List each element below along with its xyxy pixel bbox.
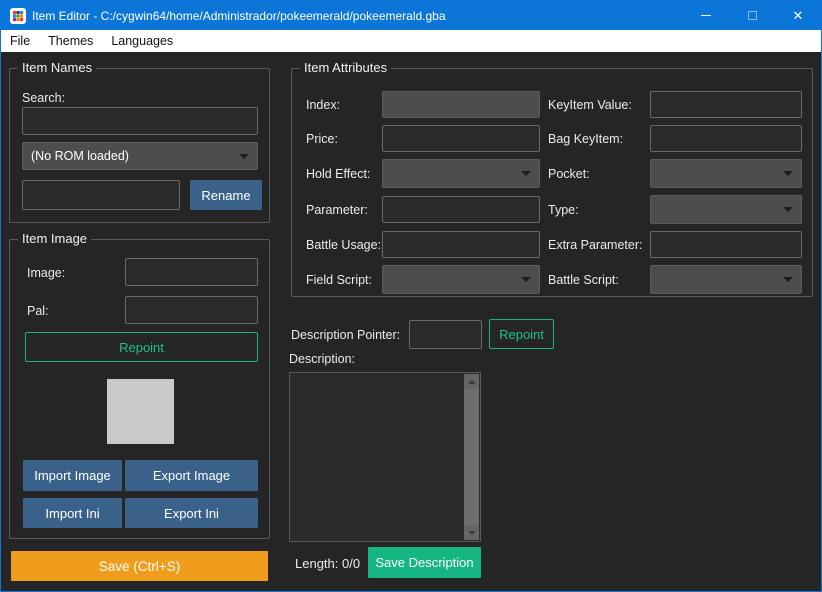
- rename-input[interactable]: [22, 180, 180, 210]
- price-label: Price:: [306, 132, 374, 146]
- pocket-dropdown[interactable]: [650, 159, 802, 188]
- pal-field[interactable]: [125, 296, 258, 324]
- item-image-group: Item Image Image: Pal: Repoint Import Im…: [9, 239, 270, 539]
- item-names-group: Item Names Search: (No ROM loaded) Renam…: [9, 68, 270, 223]
- battle-script-label: Battle Script:: [548, 273, 642, 287]
- extra-parameter-label: Extra Parameter:: [548, 238, 642, 252]
- repoint-description-button[interactable]: Repoint: [489, 319, 554, 349]
- maximize-button[interactable]: [729, 1, 775, 30]
- index-label: Index:: [306, 98, 374, 112]
- chevron-down-icon: [783, 277, 793, 282]
- item-image-preview: [107, 379, 174, 444]
- pal-label: Pal:: [27, 304, 49, 318]
- import-ini-button[interactable]: Import Ini: [23, 498, 122, 528]
- menubar: File Themes Languages: [1, 30, 821, 52]
- index-field[interactable]: [382, 91, 540, 118]
- image-label: Image:: [27, 266, 65, 280]
- scroll-down-button[interactable]: [464, 525, 479, 540]
- titlebar[interactable]: Item Editor - C:/cygwin64/home/Administr…: [1, 1, 821, 30]
- extra-parameter-field[interactable]: [650, 231, 802, 258]
- close-icon: ✕: [793, 9, 804, 22]
- battle-usage-field[interactable]: [382, 231, 540, 258]
- search-input[interactable]: [22, 107, 258, 135]
- item-attributes-group: Item Attributes Index: KeyItem Value: Pr…: [291, 68, 813, 297]
- type-label: Type:: [548, 203, 642, 217]
- battle-usage-label: Battle Usage:: [306, 238, 374, 252]
- description-pointer-field[interactable]: [409, 320, 482, 349]
- maximize-icon: [748, 11, 757, 20]
- chevron-down-icon: [521, 171, 531, 176]
- chevron-down-icon: [521, 277, 531, 282]
- export-ini-button[interactable]: Export Ini: [125, 498, 258, 528]
- image-field[interactable]: [125, 258, 258, 286]
- description-label: Description:: [289, 352, 355, 366]
- field-script-label: Field Script:: [306, 273, 374, 287]
- description-scrollbar[interactable]: [464, 374, 479, 540]
- scroll-up-arrow-icon: [468, 380, 476, 384]
- description-textarea[interactable]: [289, 372, 481, 542]
- menu-file[interactable]: File: [1, 30, 39, 52]
- rom-dropdown-value: (No ROM loaded): [31, 149, 233, 163]
- rename-button[interactable]: Rename: [190, 180, 262, 210]
- repoint-image-button[interactable]: Repoint: [25, 332, 258, 362]
- parameter-field[interactable]: [382, 196, 540, 223]
- scrollbar-thumb[interactable]: [464, 389, 479, 525]
- keyitem-value-field[interactable]: [650, 91, 802, 118]
- minimize-icon: [701, 15, 711, 16]
- chevron-down-icon: [239, 154, 249, 159]
- battle-script-dropdown[interactable]: [650, 265, 802, 294]
- menu-themes[interactable]: Themes: [39, 30, 102, 52]
- menu-languages[interactable]: Languages: [102, 30, 182, 52]
- app-window: Item Editor - C:/cygwin64/home/Administr…: [0, 0, 822, 592]
- window-controls: ✕: [683, 1, 821, 30]
- close-button[interactable]: ✕: [775, 1, 821, 30]
- rom-dropdown[interactable]: (No ROM loaded): [22, 142, 258, 170]
- item-names-group-title: Item Names: [18, 60, 96, 75]
- item-image-group-title: Item Image: [18, 231, 91, 246]
- bag-keyitem-label: Bag KeyItem:: [548, 132, 642, 146]
- scroll-down-arrow-icon: [468, 531, 476, 535]
- scroll-up-button[interactable]: [464, 374, 479, 389]
- description-length-label: Length: 0/0: [295, 556, 360, 571]
- export-image-button[interactable]: Export Image: [125, 460, 258, 491]
- field-script-dropdown[interactable]: [382, 265, 540, 294]
- item-attributes-grid: Index: KeyItem Value: Price: Bag KeyItem…: [306, 91, 802, 294]
- minimize-button[interactable]: [683, 1, 729, 30]
- hold-effect-label: Hold Effect:: [306, 167, 374, 181]
- import-image-button[interactable]: Import Image: [23, 460, 122, 491]
- item-attributes-group-title: Item Attributes: [300, 60, 391, 75]
- type-dropdown[interactable]: [650, 195, 802, 224]
- save-button[interactable]: Save (Ctrl+S): [11, 551, 268, 581]
- chevron-down-icon: [783, 171, 793, 176]
- pocket-label: Pocket:: [548, 167, 642, 181]
- bag-keyitem-field[interactable]: [650, 125, 802, 152]
- save-description-button[interactable]: Save Description: [368, 547, 481, 578]
- price-field[interactable]: [382, 125, 540, 152]
- hold-effect-dropdown[interactable]: [382, 159, 540, 188]
- keyitem-value-label: KeyItem Value:: [548, 98, 642, 112]
- chevron-down-icon: [783, 207, 793, 212]
- window-title: Item Editor - C:/cygwin64/home/Administr…: [32, 9, 446, 23]
- description-pointer-label: Description Pointer:: [291, 328, 400, 342]
- app-icon: [10, 8, 26, 24]
- parameter-label: Parameter:: [306, 203, 374, 217]
- search-label: Search:: [22, 91, 65, 105]
